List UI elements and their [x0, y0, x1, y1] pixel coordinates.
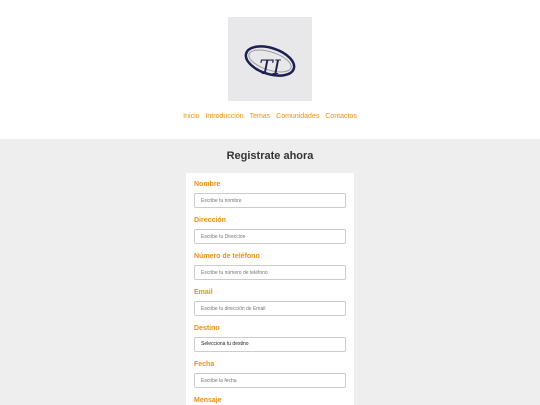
logo-text: TI — [259, 55, 281, 79]
name-label: Nombre — [194, 181, 221, 188]
address-input[interactable] — [194, 229, 346, 244]
name-input[interactable] — [194, 193, 346, 208]
message-label: Mensaje — [194, 397, 222, 404]
main-navigation: Inicio Introducción Temas Comunidades Co… — [0, 113, 540, 120]
email-input[interactable] — [194, 301, 346, 316]
destination-label: Destino — [194, 325, 220, 332]
nav-link-temas[interactable]: Temas — [250, 113, 271, 120]
date-input[interactable] — [194, 373, 346, 388]
email-label: Email — [194, 289, 213, 296]
site-header: TI Inicio Introducción Temas Comunidades… — [0, 0, 540, 139]
address-label: Dirección — [194, 217, 226, 224]
site-logo[interactable]: TI — [228, 17, 312, 101]
form-title: Registrate ahora — [226, 150, 314, 162]
registration-section: Registrate ahora Nombre Dirección Número… — [0, 139, 540, 405]
phone-label: Número de teléfono — [194, 253, 260, 260]
phone-input[interactable] — [194, 265, 346, 280]
destination-select[interactable]: Selecciona tu destino — [194, 337, 346, 352]
nav-link-comunidades[interactable]: Comunidades — [276, 113, 319, 120]
nav-link-inicio[interactable]: Inicio — [183, 113, 199, 120]
registration-form: Nombre Dirección Número de teléfono Emai… — [186, 173, 354, 405]
logo-emblem-icon: TI — [244, 45, 296, 79]
date-label: Fecha — [194, 361, 215, 368]
nav-link-introduccion[interactable]: Introducción — [205, 113, 243, 120]
nav-link-contactos[interactable]: Contactos — [325, 113, 357, 120]
